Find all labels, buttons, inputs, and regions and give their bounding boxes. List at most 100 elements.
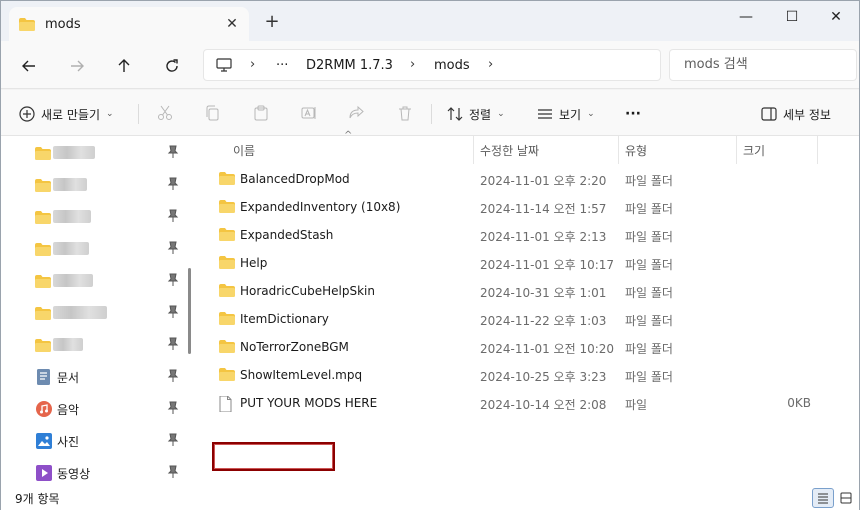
sort-button[interactable]: 정렬 ⌄ <box>447 102 505 126</box>
details-view-icon <box>818 493 828 504</box>
arrow-up-icon <box>118 59 130 72</box>
file-date: 2024-10-25 오후 3:23 <box>480 370 607 384</box>
details-view-button[interactable] <box>812 488 834 508</box>
column-header-type[interactable]: 유형 <box>625 142 647 159</box>
details-pane-label: 세부 정보 <box>783 107 831 122</box>
back-button[interactable] <box>16 53 42 79</box>
column-divider[interactable] <box>473 136 474 164</box>
more-options-button[interactable]: ··· <box>625 102 641 126</box>
sidebar-item-label: 문서 <box>57 371 80 385</box>
sidebar-item-pinned[interactable] <box>35 334 185 356</box>
minimize-button[interactable]: — <box>723 1 769 33</box>
delete-icon[interactable] <box>395 103 415 123</box>
command-bar: 새로 만들기 ⌄ 정렬 ⌄ 보기 ⌄ ··· 세부 정보 <box>1 90 859 136</box>
file-name: HoradricCubeHelpSkin <box>240 284 375 298</box>
column-divider[interactable] <box>817 136 818 164</box>
cut-icon[interactable] <box>155 103 175 123</box>
breadcrumb-mods[interactable]: mods <box>434 58 470 73</box>
file-row[interactable]: ShowItemLevel.mpq 2024-10-25 오후 3:23 파일 폴더 <box>213 362 853 390</box>
column-header-date[interactable]: 수정한 날짜 <box>480 142 539 159</box>
navigation-bar: › ··· D2RMM 1.7.3 › mods › mods 검색 <box>1 41 859 89</box>
paste-icon[interactable] <box>251 103 271 123</box>
rename-icon[interactable] <box>299 103 319 123</box>
breadcrumb-d2rmm[interactable]: D2RMM 1.7.3 <box>306 58 393 73</box>
column-divider[interactable] <box>736 136 737 164</box>
sidebar-scrollbar[interactable] <box>188 268 191 354</box>
blurred-label <box>53 210 91 223</box>
sidebar-item-pinned[interactable] <box>35 238 185 260</box>
pin-icon <box>167 337 179 354</box>
file-name: BalancedDropMod <box>240 172 350 186</box>
sidebar-item-music[interactable]: 음악 <box>35 398 185 420</box>
new-button[interactable]: 새로 만들기 ⌄ <box>19 102 114 126</box>
sidebar-item-videos[interactable]: 동영상 <box>35 462 185 484</box>
sort-ascending-icon: ^ <box>344 130 353 141</box>
sidebar-item-documents[interactable]: 문서 <box>35 366 185 388</box>
details-pane-button[interactable]: 세부 정보 <box>761 102 831 126</box>
blurred-label <box>53 242 89 255</box>
file-date: 2024-11-22 오후 1:03 <box>480 314 607 328</box>
forward-button[interactable] <box>64 53 90 79</box>
maximize-button[interactable]: ☐ <box>769 1 815 33</box>
folder-icon <box>219 228 235 244</box>
sidebar-item-pinned[interactable] <box>35 270 185 292</box>
address-bar[interactable]: › ··· D2RMM 1.7.3 › mods › <box>203 49 661 81</box>
sidebar-item-label: 음악 <box>57 403 80 417</box>
column-header-name[interactable]: 이름 <box>233 142 255 159</box>
plus-circle-icon <box>19 106 35 122</box>
folder-icon <box>35 339 51 352</box>
sidebar-item-pinned[interactable] <box>35 174 185 196</box>
copy-icon[interactable] <box>202 103 222 123</box>
status-bar: 9개 항목 <box>1 486 859 510</box>
sidebar-item-pinned[interactable] <box>35 206 185 228</box>
documents-icon <box>37 369 50 385</box>
file-row[interactable]: BalancedDropMod 2024-11-01 오후 2:20 파일 폴더 <box>213 166 853 194</box>
file-type: 파일 폴더 <box>625 258 673 272</box>
file-size: 0KB <box>787 396 811 410</box>
file-row[interactable]: Help 2024-11-01 오후 10:17 파일 폴더 <box>213 250 853 278</box>
tiles-view-button[interactable] <box>835 488 857 508</box>
file-date: 2024-11-01 오전 10:20 <box>480 342 615 356</box>
tiles-view-icon <box>840 492 852 504</box>
sidebar-item-pinned[interactable] <box>35 142 185 164</box>
close-tab-icon[interactable]: ✕ <box>223 15 241 33</box>
file-type: 파일 <box>625 398 648 412</box>
view-button[interactable]: 보기 ⌄ <box>537 102 595 126</box>
new-tab-button[interactable]: + <box>263 13 281 31</box>
sort-icon <box>447 107 463 121</box>
up-button[interactable] <box>111 53 137 79</box>
selection-highlight <box>212 442 335 471</box>
file-row[interactable]: ItemDictionary 2024-11-22 오후 1:03 파일 폴더 <box>213 306 853 334</box>
folder-icon <box>219 256 235 272</box>
refresh-button[interactable] <box>159 53 185 79</box>
file-date: 2024-11-01 오후 2:13 <box>480 230 607 244</box>
column-header-size[interactable]: 크기 <box>743 142 765 159</box>
view-icon <box>538 109 552 119</box>
file-icon <box>219 395 232 415</box>
refresh-icon <box>166 59 178 72</box>
breadcrumb-ellipsis[interactable]: ··· <box>276 58 288 73</box>
sidebar-item-pinned[interactable] <box>35 302 185 324</box>
share-icon[interactable] <box>346 103 366 123</box>
videos-icon <box>36 465 52 481</box>
sidebar-item-pictures[interactable]: 사진 <box>35 430 185 452</box>
file-name: ShowItemLevel.mpq <box>240 368 363 382</box>
file-row[interactable]: HoradricCubeHelpSkin 2024-10-31 오후 1:01 파일… <box>213 278 853 306</box>
tab-mods[interactable]: mods ✕ <box>9 7 249 41</box>
column-divider[interactable] <box>618 136 619 164</box>
file-date: 2024-10-31 오후 1:01 <box>480 286 607 300</box>
file-row[interactable]: PUT YOUR MODS HERE 2024-10-14 오전 2:08 파일 0K… <box>213 390 853 418</box>
details-pane-icon <box>761 107 777 121</box>
folder-icon <box>219 172 235 188</box>
folder-icon <box>219 284 235 300</box>
file-type: 파일 폴더 <box>625 342 673 356</box>
file-row[interactable]: ExpandedStash 2024-11-01 오후 2:13 파일 폴더 <box>213 222 853 250</box>
close-window-button[interactable]: ✕ <box>813 1 859 33</box>
pin-icon <box>167 145 179 162</box>
file-row[interactable]: ExpandedInventory (10x8) 2024-11-14 오전 1:… <box>213 194 853 222</box>
blurred-label <box>53 274 93 287</box>
breadcrumb-separator-icon: › <box>410 57 416 72</box>
search-input[interactable]: mods 검색 <box>669 49 857 81</box>
file-row[interactable]: NoTerrorZoneBGM 2024-11-01 오전 10:20 파일 폴더 <box>213 334 853 362</box>
file-name: ExpandedStash <box>240 228 334 242</box>
